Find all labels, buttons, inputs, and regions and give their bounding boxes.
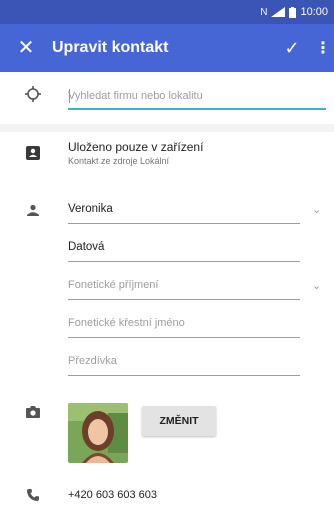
nickname-placeholder: Přezdívka <box>68 355 117 367</box>
phonetic-last-name-placeholder: Fonetické příjmení <box>68 279 159 291</box>
first-name-value: Veronika <box>68 203 113 215</box>
account-title: Uloženo pouze v zařízení <box>68 140 204 154</box>
signal-icon <box>271 7 286 17</box>
status-time: 10:00 <box>300 6 328 18</box>
phonetic-first-name-placeholder: Fonetické křestní jméno <box>68 317 185 329</box>
chevron-down-icon[interactable]: ⌄ <box>312 203 321 216</box>
close-icon[interactable]: ✕ <box>0 24 52 72</box>
status-indicators: N <box>260 6 268 18</box>
last-name-field[interactable]: Datová <box>68 232 300 262</box>
camera-icon <box>22 405 44 423</box>
first-name-field[interactable]: Veronika <box>68 194 300 224</box>
change-photo-button[interactable]: ZMĚNIT <box>142 406 216 436</box>
last-name-value: Datová <box>68 241 105 253</box>
account-subtitle: Kontakt ze zdroje Lokální <box>68 156 170 166</box>
page-title: Upravit kontakt <box>52 39 169 56</box>
person-icon <box>22 203 44 221</box>
nickname-field[interactable]: Přezdívka <box>68 346 300 376</box>
more-vert-icon[interactable]: ⋮ <box>312 38 334 58</box>
phone-number[interactable]: +420 603 603 603 <box>68 489 157 501</box>
phonetic-last-name-field[interactable]: Fonetické příjmení <box>68 270 300 300</box>
section-divider <box>0 124 334 132</box>
account-row[interactable]: Uloženo pouze v zařízení Kontakt ze zdro… <box>0 140 334 180</box>
contact-photo[interactable] <box>68 403 128 463</box>
search-input[interactable] <box>68 84 326 110</box>
phonetic-first-name-field[interactable]: Fonetické křestní jméno <box>68 308 300 338</box>
app-bar: ✕ Upravit kontakt ✓ ⋮ <box>0 24 334 72</box>
check-icon[interactable]: ✓ <box>272 38 312 59</box>
chevron-down-icon[interactable]: ⌄ <box>312 279 321 292</box>
contact-card-icon <box>22 146 44 165</box>
search-row <box>0 80 334 116</box>
status-bar: N 10:00 <box>0 0 334 24</box>
location-target-icon <box>22 86 44 107</box>
phone-icon <box>22 488 44 506</box>
battery-icon <box>289 6 297 18</box>
text-cursor <box>69 89 70 103</box>
